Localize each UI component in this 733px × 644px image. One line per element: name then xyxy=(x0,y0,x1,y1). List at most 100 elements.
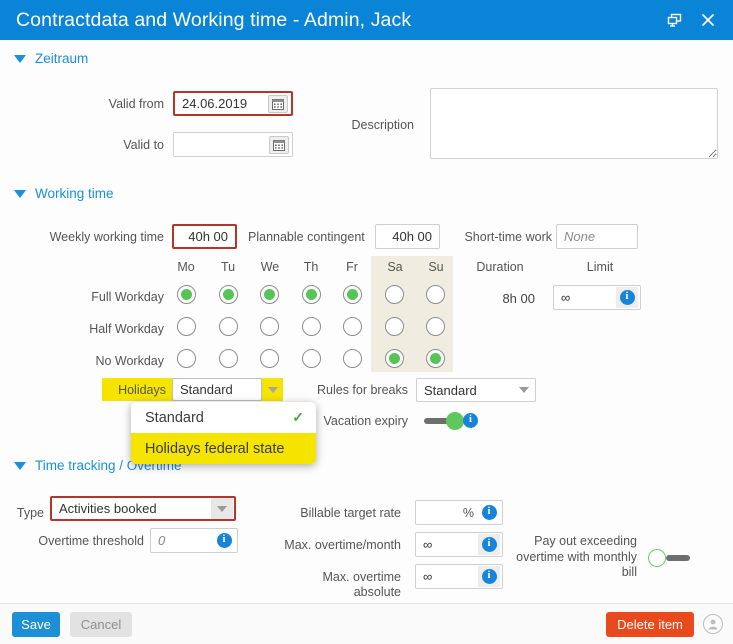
info-icon[interactable]: i xyxy=(478,566,500,587)
chevron-down-icon[interactable] xyxy=(513,379,535,401)
limit-label: Limit xyxy=(586,260,614,274)
overtime-threshold-placeholder: 0 xyxy=(158,533,166,548)
day-header-su: Su xyxy=(428,260,444,274)
radio-no-workday-fr[interactable] xyxy=(343,349,362,368)
info-icon[interactable]: i xyxy=(478,502,500,523)
radio-half-workday-tu[interactable] xyxy=(219,317,238,336)
short-time-work-placeholder: None xyxy=(564,229,596,244)
max-overtime-month-label: Max. overtime/month xyxy=(284,538,401,552)
percent-suffix: % xyxy=(462,505,474,520)
max-overtime-absolute-label: Max. overtime absolute xyxy=(322,570,402,599)
radio-full-workday-su[interactable] xyxy=(426,285,445,304)
overtime-threshold-field[interactable]: 0 i xyxy=(150,528,238,553)
calendar-icon[interactable] xyxy=(269,135,289,154)
radio-half-workday-fr[interactable] xyxy=(343,317,362,336)
type-value: Activities booked xyxy=(59,501,157,516)
chevron-down-icon[interactable] xyxy=(211,498,233,519)
vacation-expiry-label: Vacation expiry xyxy=(323,414,408,428)
rules-for-breaks-select[interactable]: Standard xyxy=(416,378,536,402)
payout-label-line1: Pay out exceeding xyxy=(534,534,637,548)
description-label: Description xyxy=(351,118,414,132)
info-icon[interactable]: i xyxy=(478,534,500,555)
radio-no-workday-we[interactable] xyxy=(260,349,279,368)
radio-half-workday-su[interactable] xyxy=(426,317,445,336)
radio-no-workday-mo[interactable] xyxy=(177,349,196,368)
short-time-work-field[interactable]: None xyxy=(556,224,638,249)
info-icon[interactable]: i xyxy=(213,530,235,551)
radio-no-workday-tu[interactable] xyxy=(219,349,238,368)
chevron-down-icon xyxy=(14,54,26,63)
description-textarea[interactable] xyxy=(430,88,718,159)
rules-for-breaks-value: Standard xyxy=(424,382,477,398)
duration-label: Duration xyxy=(476,260,524,274)
window-restore-icon[interactable] xyxy=(657,0,691,40)
close-icon[interactable] xyxy=(691,0,725,40)
day-header-tu: Tu xyxy=(220,260,236,274)
day-header-mo: Mo xyxy=(177,260,195,274)
radio-no-workday-th[interactable] xyxy=(302,349,321,368)
chevron-down-icon xyxy=(14,189,26,198)
duration-value: 8h 00 xyxy=(502,291,535,306)
holidays-value: Standard xyxy=(180,382,233,397)
radio-full-workday-fr[interactable] xyxy=(343,285,362,304)
max-overtime-month-field[interactable]: ∞ i xyxy=(415,532,503,557)
vacation-expiry-toggle[interactable] xyxy=(424,412,466,430)
info-icon[interactable]: i xyxy=(463,413,478,428)
type-label: Type xyxy=(16,506,44,520)
payout-overtime-toggle[interactable] xyxy=(648,549,690,567)
section-title-working-time: Working time xyxy=(35,186,114,201)
user-avatar-icon[interactable] xyxy=(703,614,723,634)
calendar-icon[interactable] xyxy=(268,94,288,113)
limit-value: ∞ xyxy=(561,290,571,305)
valid-to-label: Valid to xyxy=(123,138,164,152)
dropdown-option-label: Standard xyxy=(145,409,204,426)
dropdown-option-standard[interactable]: Standard ✓ xyxy=(131,402,316,433)
holidays-select[interactable]: Standard xyxy=(172,378,262,401)
valid-from-label: Valid from xyxy=(108,97,164,111)
billable-target-rate-field[interactable]: % i xyxy=(415,500,503,525)
dropdown-option-label: Holidays federal state xyxy=(145,440,285,457)
radio-half-workday-we[interactable] xyxy=(260,317,279,336)
radio-no-workday-sa[interactable] xyxy=(385,349,404,368)
section-header-working-time[interactable]: Working time xyxy=(14,186,114,201)
valid-from-field[interactable]: 24.06.2019 xyxy=(173,91,293,116)
holidays-dropdown-arrow[interactable] xyxy=(262,378,283,401)
day-header-th: Th xyxy=(303,260,319,274)
radio-full-workday-sa[interactable] xyxy=(385,285,404,304)
radio-full-workday-th[interactable] xyxy=(302,285,321,304)
row-label-full-workday: Full Workday xyxy=(91,290,164,304)
payout-label-line3: bill xyxy=(621,565,637,579)
delete-item-button[interactable]: Delete item xyxy=(606,612,694,637)
limit-field[interactable]: ∞ i xyxy=(553,285,641,310)
valid-to-field[interactable] xyxy=(173,132,293,157)
holidays-dropdown-menu[interactable]: Standard ✓ Holidays federal state xyxy=(131,402,316,464)
radio-no-workday-su[interactable] xyxy=(426,349,445,368)
radio-half-workday-sa[interactable] xyxy=(385,317,404,336)
radio-full-workday-we[interactable] xyxy=(260,285,279,304)
max-overtime-absolute-field[interactable]: ∞ i xyxy=(415,564,503,589)
plannable-contingent-value: 40h 00 xyxy=(392,229,432,244)
row-label-no-workday: No Workday xyxy=(95,354,164,368)
section-header-zeitraum[interactable]: Zeitraum xyxy=(14,51,88,66)
radio-half-workday-mo[interactable] xyxy=(177,317,196,336)
row-label-half-workday: Half Workday xyxy=(89,322,164,336)
payout-label: Pay out exceeding overtime with monthly … xyxy=(512,534,637,581)
cancel-button[interactable]: Cancel xyxy=(70,612,132,637)
plannable-contingent-field[interactable]: 40h 00 xyxy=(375,224,440,249)
save-button[interactable]: Save xyxy=(12,612,60,637)
radio-half-workday-th[interactable] xyxy=(302,317,321,336)
rules-for-breaks-label: Rules for breaks xyxy=(316,383,408,397)
day-header-sa: Sa xyxy=(387,260,403,274)
overtime-threshold-label: Overtime threshold xyxy=(38,534,144,548)
dropdown-option-holidays-federal-state[interactable]: Holidays federal state xyxy=(131,433,316,464)
type-select[interactable]: Activities booked xyxy=(50,496,236,521)
chevron-down-icon xyxy=(14,461,26,470)
plannable-contingent-label: Plannable contingent xyxy=(248,230,365,244)
payout-label-line2: overtime with monthly xyxy=(516,549,637,564)
weekly-working-time-value: 40h 00 xyxy=(188,229,228,244)
radio-full-workday-tu[interactable] xyxy=(219,285,238,304)
radio-full-workday-mo[interactable] xyxy=(177,285,196,304)
valid-from-value: 24.06.2019 xyxy=(182,96,248,111)
info-icon[interactable]: i xyxy=(616,287,638,308)
weekly-working-time-field[interactable]: 40h 00 xyxy=(172,224,237,249)
